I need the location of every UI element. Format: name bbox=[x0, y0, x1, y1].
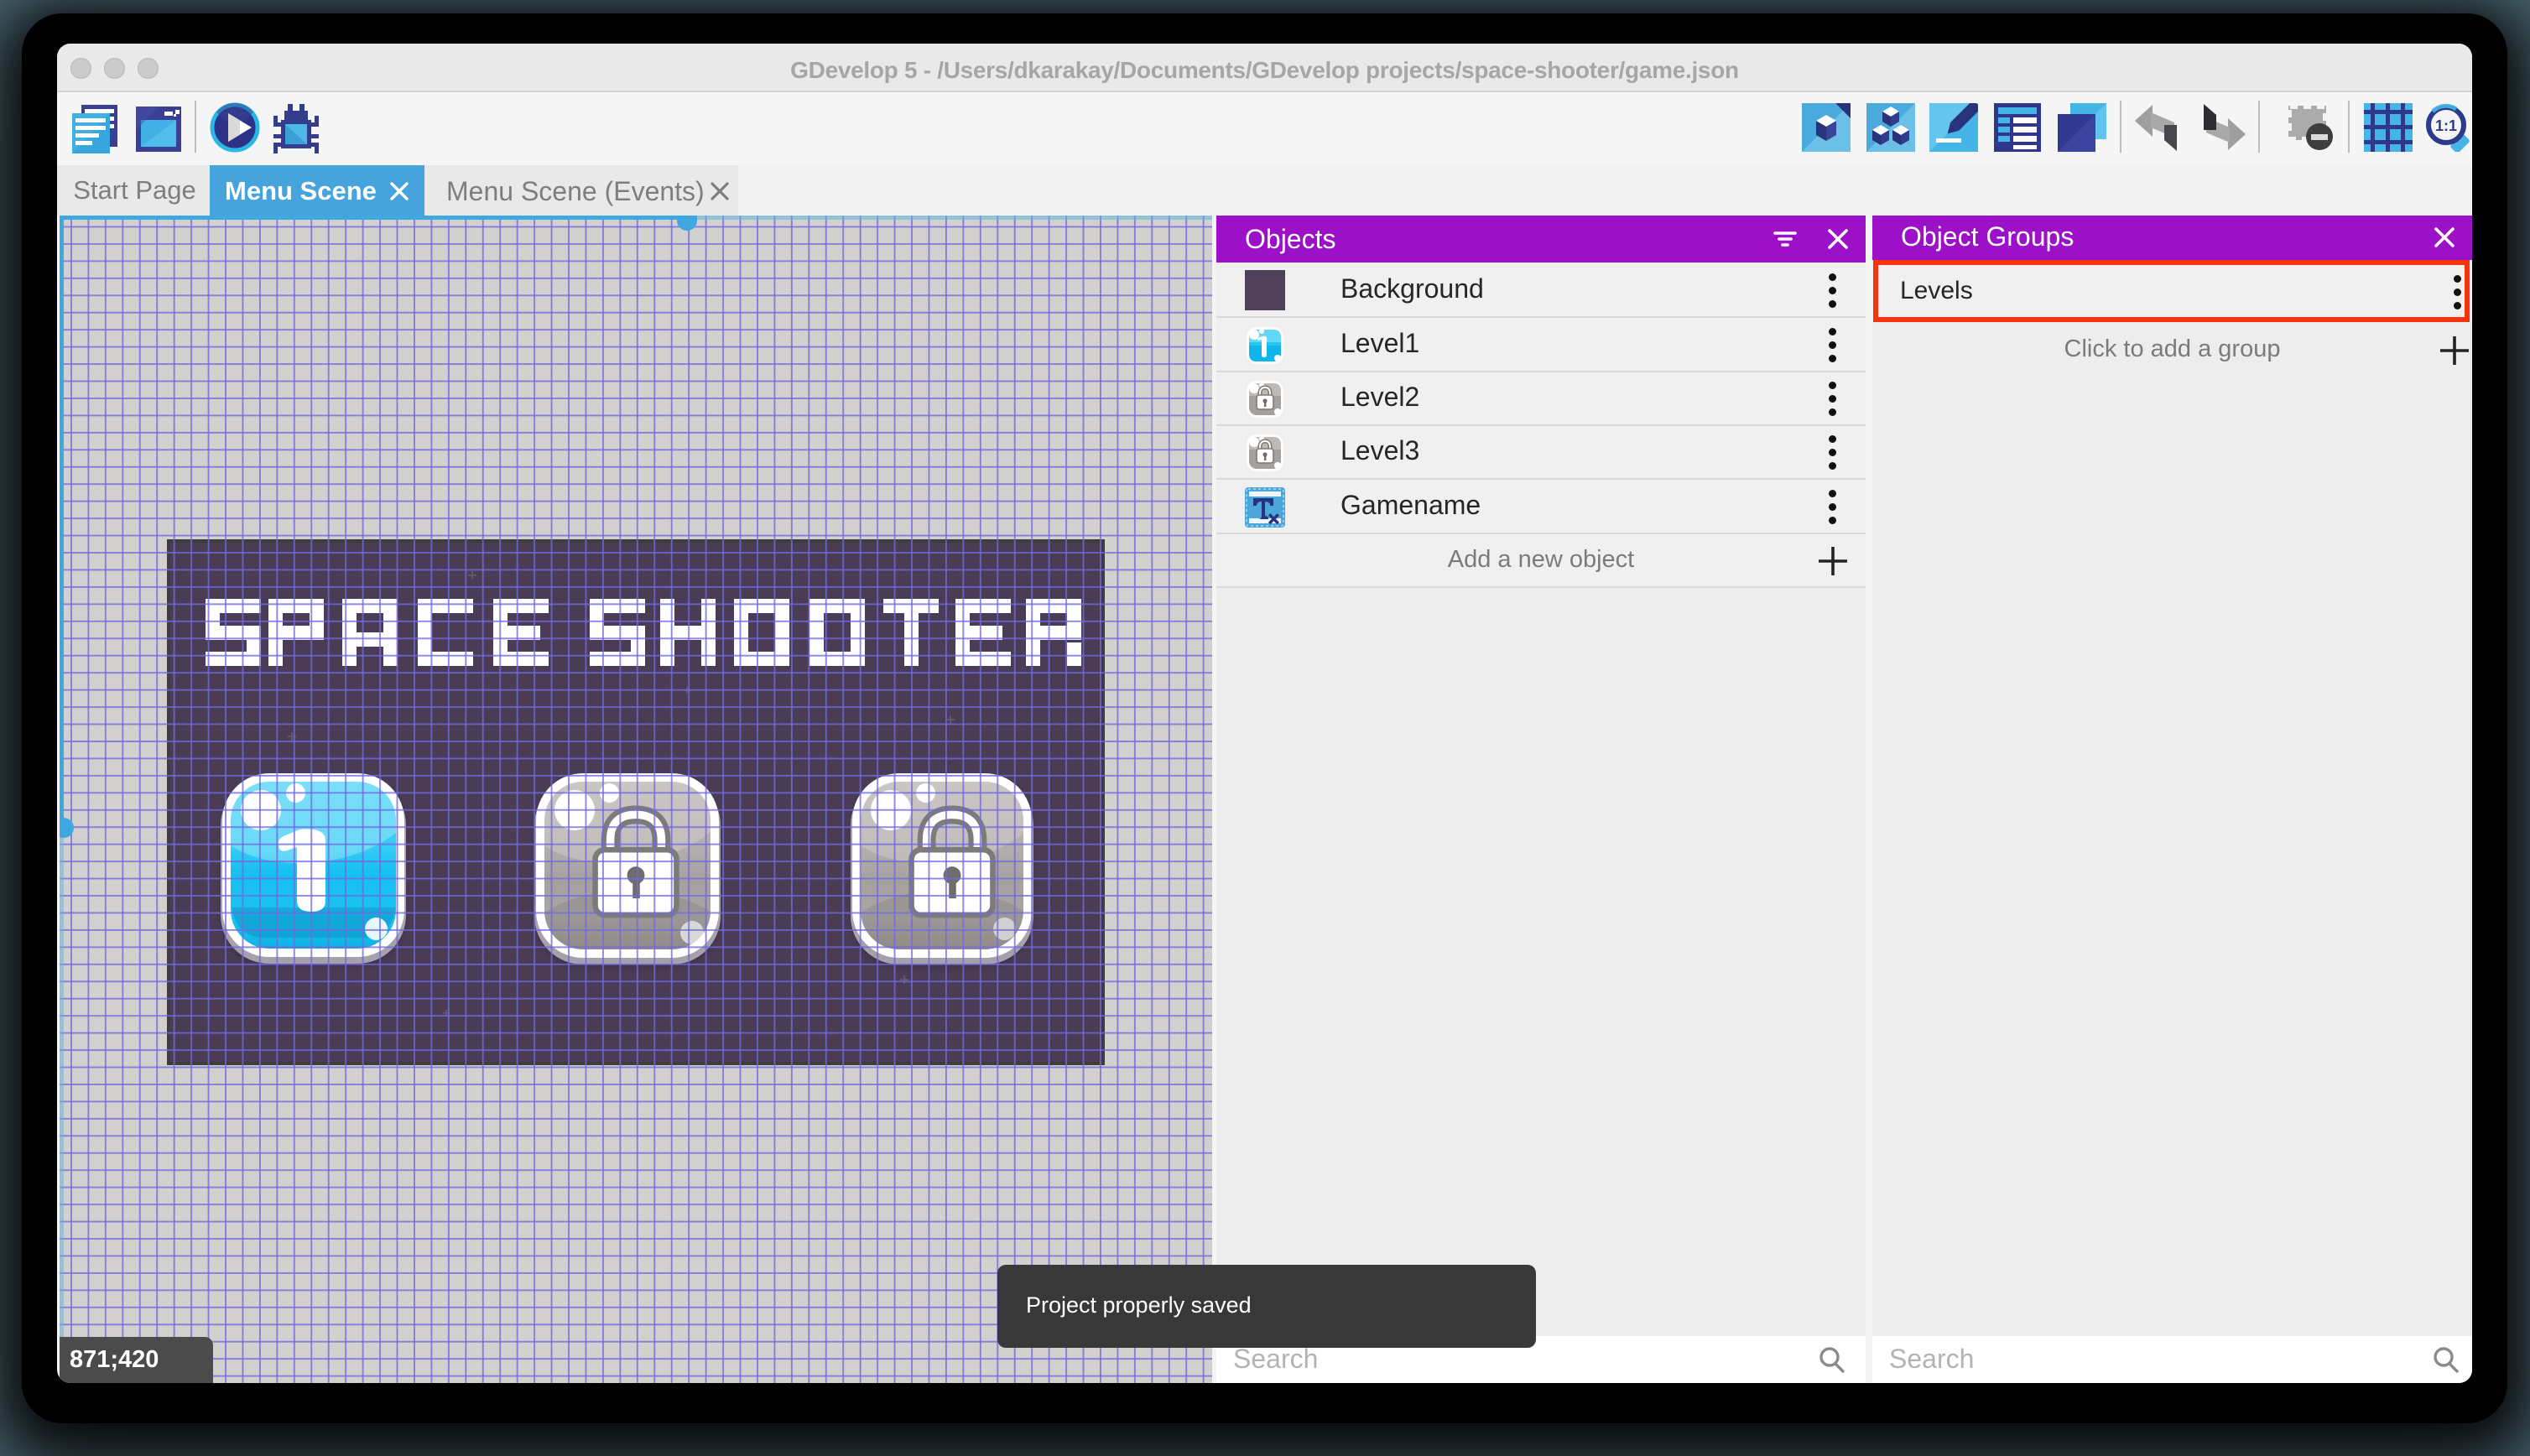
svg-text:1:1: 1:1 bbox=[2435, 117, 2457, 134]
